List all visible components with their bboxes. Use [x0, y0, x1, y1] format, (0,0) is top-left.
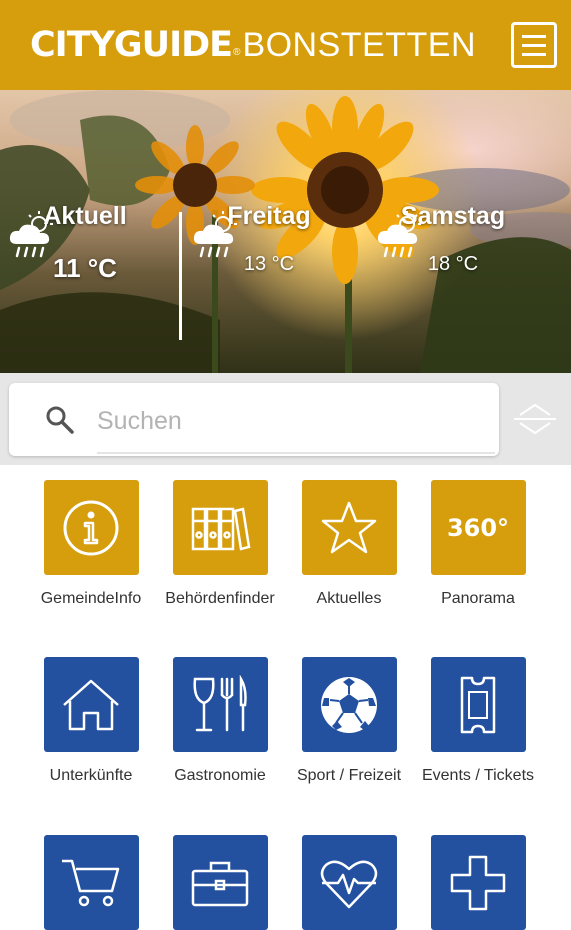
- weather-today: Aktuell 11 °C: [5, 202, 165, 284]
- info-icon: [63, 500, 119, 555]
- star-icon: [321, 501, 377, 553]
- logo-registered-mark: ®: [233, 46, 241, 58]
- sort-toggle-icon[interactable]: [512, 399, 558, 439]
- heart-pulse-icon: [320, 860, 378, 908]
- tile-icon-box[interactable]: [43, 835, 139, 930]
- tile-icon-box[interactable]: [430, 835, 526, 930]
- menu-line: [522, 52, 546, 56]
- tile-icon-box[interactable]: [172, 657, 268, 752]
- tile-medical[interactable]: [408, 835, 548, 930]
- tile-icon-box[interactable]: [301, 657, 397, 752]
- wine-cutlery-icon: [193, 674, 247, 731]
- menu-line: [522, 43, 546, 47]
- tile-unterkuenfte[interactable]: Unterkünfte: [21, 657, 161, 786]
- cityguide-logo[interactable]: CITYGUIDE ® BONSTETTEN: [30, 22, 476, 68]
- tile-gastronomie[interactable]: Gastronomie: [150, 657, 290, 786]
- tile-icon-box[interactable]: [43, 657, 139, 752]
- tile-icon-box[interactable]: [301, 480, 397, 575]
- medical-cross-icon: [450, 855, 506, 910]
- weather-forecast-2: Samstag 18 °C: [373, 202, 533, 276]
- tile-icon-box[interactable]: 360°: [430, 480, 526, 575]
- tile-panorama[interactable]: 360° Panorama: [408, 480, 548, 609]
- tile-aktuelles[interactable]: Aktuelles: [279, 480, 419, 609]
- search-underline: [97, 452, 495, 454]
- tile-label: Behördenfinder: [165, 590, 275, 607]
- search-input[interactable]: [97, 405, 487, 437]
- briefcase-icon: [191, 861, 249, 906]
- tile-label: Aktuelles: [316, 590, 382, 607]
- tile-sport-freizeit[interactable]: Sport / Freizeit: [279, 657, 419, 786]
- ticket-icon: [460, 676, 496, 733]
- tile-icon-box[interactable]: [430, 657, 526, 752]
- tile-behoerdenfinder[interactable]: Behördenfinder: [150, 480, 290, 609]
- tile-label: Sport / Freizeit: [296, 767, 402, 784]
- cloud-sun-rain-icon: [9, 211, 53, 258]
- search-box[interactable]: [9, 383, 499, 456]
- tile-business[interactable]: [150, 835, 290, 930]
- tile-icon-box[interactable]: [43, 480, 139, 575]
- tile-shopping[interactable]: [21, 835, 161, 930]
- tile-label: Events / Tickets: [421, 767, 535, 784]
- tile-events-tickets[interactable]: Events / Tickets: [408, 657, 548, 786]
- tile-health[interactable]: [279, 835, 419, 930]
- logo-city-name: BONSTETTEN: [242, 25, 477, 64]
- binders-icon: [191, 506, 251, 551]
- hamburger-menu-button[interactable]: [511, 22, 557, 68]
- weather-forecast-1: Freitag 13 °C: [189, 202, 349, 276]
- search-icon[interactable]: [45, 405, 75, 435]
- shopping-cart-icon: [62, 859, 120, 906]
- tile-label: Panorama: [441, 590, 515, 607]
- app-header: CITYGUIDE ® BONSTETTEN: [0, 0, 571, 90]
- search-bar-section: [0, 373, 571, 465]
- logo-brand: CITYGUIDE: [30, 25, 233, 65]
- tile-icon-box[interactable]: [301, 835, 397, 930]
- tile-label: Gastronomie: [174, 767, 266, 784]
- soccer-ball-icon: [321, 676, 377, 733]
- weather-hero-banner[interactable]: Aktuell 11 °C Freitag 13 °C Samstag 18 °…: [0, 90, 571, 373]
- tile-icon-box[interactable]: [172, 480, 268, 575]
- menu-line: [522, 34, 546, 38]
- cloud-sun-rain-icon: [193, 211, 237, 258]
- tile-icon-box[interactable]: [172, 835, 268, 930]
- cloud-sun-rain-icon: [377, 211, 421, 258]
- tile-label: GemeindeInfo: [40, 590, 142, 607]
- weather-divider: [179, 212, 182, 340]
- tile-gemeindeinfo[interactable]: GemeindeInfo: [21, 480, 161, 609]
- panorama-360-icon: 360°: [446, 513, 510, 542]
- house-icon: [63, 679, 119, 730]
- tile-label: Unterkünfte: [49, 767, 133, 784]
